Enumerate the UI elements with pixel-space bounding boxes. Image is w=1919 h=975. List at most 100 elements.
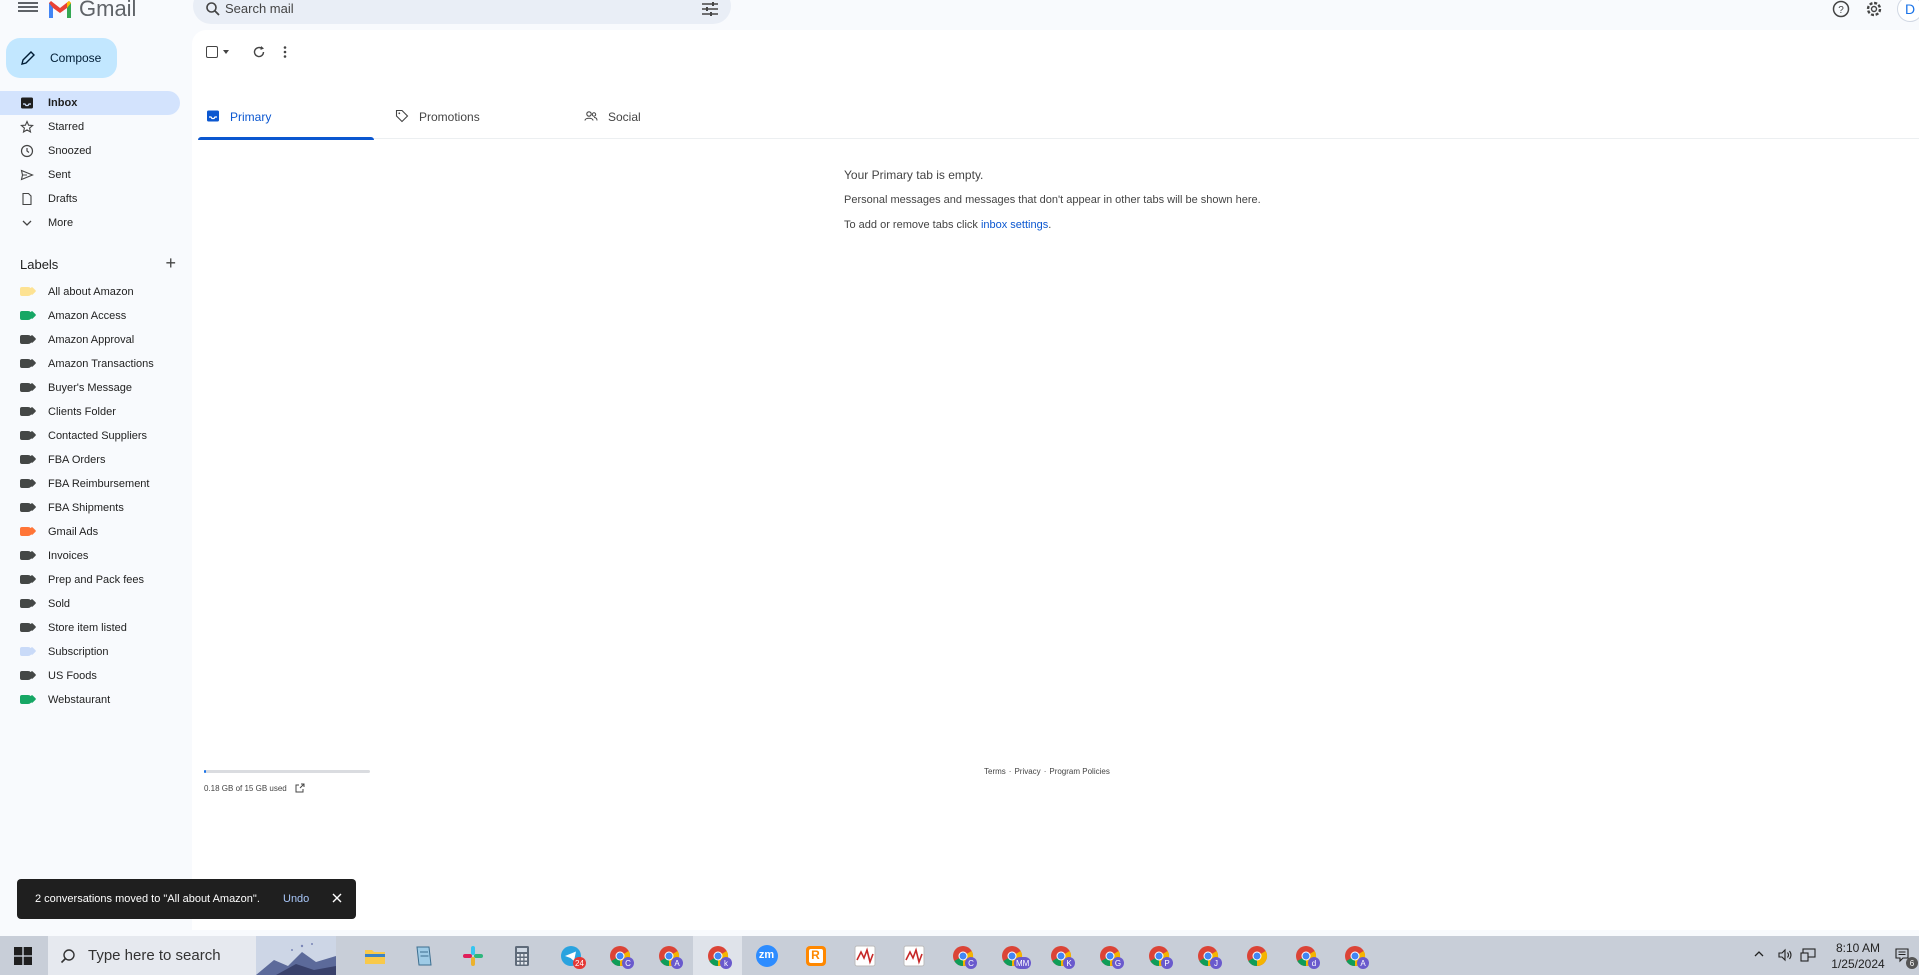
label-name: Contacted Suppliers xyxy=(48,430,148,442)
account-avatar[interactable]: D xyxy=(1897,0,1919,22)
create-label-button[interactable]: + xyxy=(165,254,176,272)
taskbar-app[interactable]: R xyxy=(791,936,840,975)
taskbar-app-badge: R xyxy=(811,948,820,962)
label-name: Amazon Access xyxy=(48,310,127,322)
label-item[interactable]: FBA Reimbursement xyxy=(0,472,180,496)
empty-state-settings-hint: To add or remove tabs click inbox settin… xyxy=(844,217,1264,233)
label-item[interactable]: Sold xyxy=(0,592,180,616)
system-clock[interactable]: 8:10 AM 1/25/2024 xyxy=(1828,940,1888,972)
label-item[interactable]: FBA Orders xyxy=(0,448,180,472)
label-item[interactable]: Amazon Transactions xyxy=(0,352,180,376)
empty-state-title: Your Primary tab is empty. xyxy=(844,168,984,182)
tab-primary[interactable]: Primary xyxy=(198,72,374,140)
taskbar-app[interactable] xyxy=(399,936,448,975)
label-item[interactable]: Webstaurant xyxy=(0,688,180,712)
windows-start-icon[interactable] xyxy=(14,947,32,965)
nav-label: Drafts xyxy=(48,193,78,205)
taskbar-app[interactable]: 24 xyxy=(546,936,595,975)
label-item[interactable]: Clients Folder xyxy=(0,400,180,424)
taskbar-app[interactable]: K xyxy=(1036,936,1085,975)
taskbar-app[interactable]: d xyxy=(1281,936,1330,975)
taskbar-app-badge: A xyxy=(1357,957,1369,969)
label-item[interactable]: Subscription xyxy=(0,640,180,664)
chevron-up-icon[interactable] xyxy=(1753,948,1765,960)
settings-gear-icon[interactable] xyxy=(1864,0,1884,19)
taskbar-app-badge: 24 xyxy=(573,957,586,969)
select-all-checkbox[interactable] xyxy=(206,46,218,58)
search-icon[interactable] xyxy=(205,1,221,17)
taskbar-app-badge: P xyxy=(1161,957,1173,969)
label-name: Store item listed xyxy=(48,622,127,634)
help-icon[interactable]: ? xyxy=(1831,0,1851,19)
search-options-icon[interactable] xyxy=(701,1,719,17)
network-icon[interactable] xyxy=(1800,947,1816,963)
label-item[interactable]: US Foods xyxy=(0,664,180,688)
taskbar-app-badge: J xyxy=(1210,957,1222,969)
label-name: Webstaurant xyxy=(48,694,111,706)
taskbar-app-badge: A xyxy=(671,957,683,969)
label-item[interactable]: FBA Shipments xyxy=(0,496,180,520)
nav-item-inbox[interactable]: Inbox xyxy=(0,91,180,115)
compose-button[interactable]: Compose xyxy=(6,38,117,78)
nav-label: Sent xyxy=(48,169,71,181)
tab-label: Social xyxy=(608,110,641,124)
taskbar-app[interactable]: C xyxy=(595,936,644,975)
nav-item-snoozed[interactable]: Snoozed xyxy=(0,139,180,163)
label-name: Amazon Transactions xyxy=(48,358,154,370)
inbox-settings-link[interactable]: inbox settings xyxy=(981,219,1048,231)
menu-icon-line xyxy=(18,10,38,12)
label-item[interactable]: All about Amazon xyxy=(0,280,180,304)
label-item[interactable]: Invoices xyxy=(0,544,180,568)
select-options-dropdown[interactable] xyxy=(223,50,229,54)
program-policies-link[interactable]: Program Policies xyxy=(1049,767,1109,776)
label-item[interactable]: Buyer's Message xyxy=(0,376,180,400)
open-in-new-icon[interactable] xyxy=(295,783,305,793)
label-tag-icon xyxy=(20,383,32,392)
taskbar-app[interactable]: k xyxy=(693,936,742,975)
nav-item-starred[interactable]: Starred xyxy=(0,115,180,139)
taskbar-app[interactable] xyxy=(1232,936,1281,975)
label-item[interactable]: Store item listed xyxy=(0,616,180,640)
label-item[interactable]: Amazon Access xyxy=(0,304,180,328)
settings-hint-period: . xyxy=(1048,219,1052,231)
taskbar-app[interactable] xyxy=(889,936,938,975)
nav-label: Inbox xyxy=(48,97,78,109)
label-item[interactable]: Prep and Pack fees xyxy=(0,568,180,592)
taskbar-app[interactable]: G xyxy=(1085,936,1134,975)
terms-link[interactable]: Terms xyxy=(984,767,1006,776)
search-input[interactable] xyxy=(225,1,665,16)
label-tag-icon xyxy=(20,671,32,680)
tab-social[interactable]: Social xyxy=(576,72,752,139)
label-item[interactable]: Contacted Suppliers xyxy=(0,424,180,448)
inbox-icon xyxy=(21,97,33,109)
privacy-link[interactable]: Privacy xyxy=(1014,767,1040,776)
volume-icon[interactable] xyxy=(1777,947,1793,963)
storage-text: 0.18 GB of 15 GB used xyxy=(204,783,287,793)
taskbar-app[interactable] xyxy=(840,936,889,975)
taskbar-app[interactable]: A xyxy=(644,936,693,975)
label-item[interactable]: Gmail Ads xyxy=(0,520,180,544)
taskbar-app[interactable] xyxy=(448,936,497,975)
notification-count-badge: 6 xyxy=(1906,957,1918,969)
taskbar-app[interactable] xyxy=(350,936,399,975)
taskbar-app[interactable]: C xyxy=(938,936,987,975)
nav-item-more[interactable]: More xyxy=(0,211,180,235)
gmail-logo[interactable]: Gmail xyxy=(47,0,136,22)
taskbar-app[interactable] xyxy=(497,936,546,975)
refresh-icon[interactable] xyxy=(252,45,266,59)
tab-promotions[interactable]: Promotions xyxy=(387,72,563,139)
taskbar-app[interactable]: J xyxy=(1183,936,1232,975)
taskbar-search[interactable]: Type here to search xyxy=(48,936,336,975)
taskbar-app[interactable]: A xyxy=(1330,936,1379,975)
taskbar-app[interactable]: zm xyxy=(742,936,791,975)
label-item[interactable]: Amazon Approval xyxy=(0,328,180,352)
taskbar-app[interactable]: MM xyxy=(987,936,1036,975)
more-vert-icon[interactable] xyxy=(283,45,287,59)
main-menu-button[interactable] xyxy=(18,0,38,14)
taskbar-app[interactable]: P xyxy=(1134,936,1183,975)
nav-item-sent[interactable]: Sent xyxy=(0,163,180,187)
close-icon[interactable] xyxy=(331,892,343,904)
nav-item-drafts[interactable]: Drafts xyxy=(0,187,180,211)
undo-button[interactable]: Undo xyxy=(283,893,309,905)
empty-state-body: Personal messages and messages that don'… xyxy=(844,194,1261,206)
